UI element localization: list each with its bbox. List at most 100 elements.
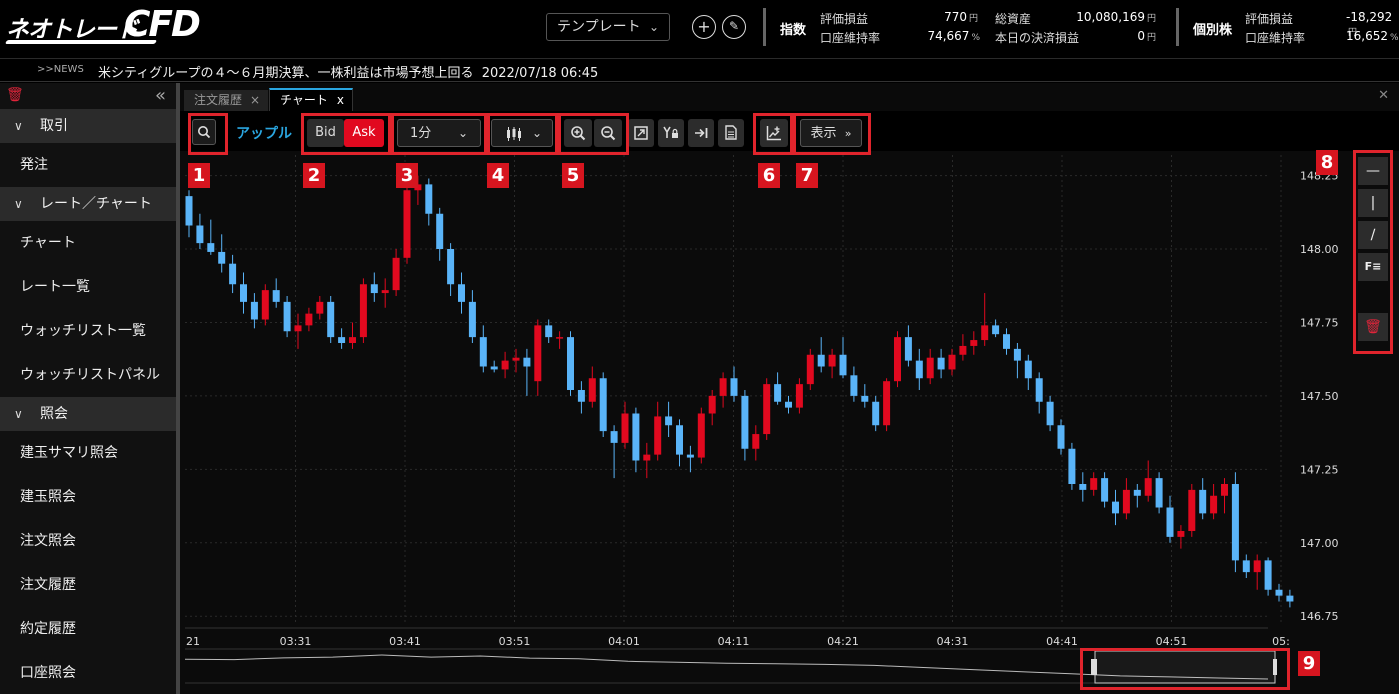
- y-axis-tick-label: 147.00: [1300, 537, 1339, 550]
- candle-body: [643, 454, 651, 461]
- sidebar-item[interactable]: 建玉サマリ照会: [0, 431, 176, 475]
- zoom-out-icon: [601, 126, 616, 141]
- candle-body: [283, 301, 291, 332]
- collapse-sidebar-icon[interactable]: «: [155, 85, 166, 106]
- sidebar-section-1[interactable]: ∨ レート／チャート: [0, 187, 176, 221]
- candle-body: [676, 425, 683, 455]
- sidebar-item[interactable]: 発注: [0, 143, 176, 187]
- horizontal-line-icon: —: [1366, 163, 1380, 179]
- candle-body: [632, 413, 640, 461]
- chart-type-select[interactable]: ⌄: [491, 119, 553, 147]
- candle-body: [763, 384, 771, 435]
- stock-margin-ratio-value: 16,652%: [1346, 29, 1399, 43]
- candle-body: [599, 378, 607, 432]
- navigator-handle-right: [1273, 659, 1277, 675]
- y-axis-tick-label: 147.25: [1300, 463, 1339, 476]
- candle-body: [708, 395, 716, 414]
- close-panel-icon[interactable]: ✕: [1378, 88, 1389, 103]
- axis-lock-icon: [663, 126, 678, 138]
- sidebar-item[interactable]: レート一覧: [0, 265, 176, 309]
- document-icon: [725, 125, 737, 140]
- plus-icon: +: [697, 17, 711, 36]
- close-icon[interactable]: ×: [250, 90, 260, 110]
- ask-button[interactable]: Ask: [344, 119, 384, 147]
- candle-body: [501, 360, 509, 370]
- tab-order-history[interactable]: 注文履歴 ×: [184, 90, 268, 111]
- horizontal-line-tool[interactable]: —: [1358, 157, 1388, 185]
- news-headline[interactable]: 米シティグループの４～６月期決算、一株利益は市場予想上回る 2022/07/18…: [98, 62, 598, 81]
- candle-body: [959, 345, 967, 355]
- x-axis-tick-label: 04:41: [1046, 635, 1078, 648]
- candle-body: [1210, 495, 1218, 514]
- add-template-button[interactable]: +: [692, 15, 716, 39]
- display-settings-button[interactable]: 表示 »: [800, 119, 862, 147]
- candle-body: [359, 284, 367, 338]
- vertical-line-tool[interactable]: |: [1358, 189, 1388, 217]
- zoom-in-button[interactable]: [564, 119, 592, 147]
- sidebar-item[interactable]: 口座照会: [0, 651, 176, 694]
- stock-label: 個別株: [1193, 23, 1233, 38]
- price-chart[interactable]: 148.25148.00147.75147.50147.25147.00146.…: [180, 151, 1399, 694]
- close-icon[interactable]: x: [337, 90, 344, 110]
- candle-body: [338, 337, 346, 343]
- sidebar-section-label: 取引: [40, 118, 68, 134]
- sidebar-section-0[interactable]: ∨ 取引: [0, 109, 176, 143]
- add-indicator-button[interactable]: [760, 119, 788, 147]
- candle-body: [795, 384, 803, 408]
- candle-body: [1013, 348, 1021, 361]
- chart-toolbar: アップル Bid Ask 1分 ⌄ ⌄ 表示 »: [180, 111, 1399, 151]
- chart-area[interactable]: 148.25 148.00 147.75 147.50 147.25 147.00 146.…: [180, 151, 1399, 694]
- candle-body: [1122, 489, 1130, 514]
- candle-body: [1166, 507, 1174, 537]
- candle-body: [741, 395, 749, 449]
- x-axis-tick-label: 04:31: [937, 635, 969, 648]
- template-select[interactable]: テンプレート ⌄: [546, 13, 670, 41]
- sidebar-item[interactable]: ウォッチリスト一覧: [0, 309, 176, 353]
- trend-line-tool[interactable]: ∕: [1358, 221, 1388, 249]
- symbol-search-button[interactable]: [192, 119, 216, 145]
- delete-drawings-tool[interactable]: 🗑: [1358, 313, 1388, 341]
- tab-label: 注文履歴: [194, 93, 243, 107]
- sidebar-item[interactable]: チャート: [0, 221, 176, 265]
- sidebar-item[interactable]: 約定履歴: [0, 607, 176, 651]
- fibonacci-tool[interactable]: F≡: [1358, 253, 1388, 281]
- y-axis-lock-button[interactable]: [658, 119, 684, 147]
- candle-body: [785, 401, 792, 408]
- candle-body: [981, 325, 989, 341]
- search-icon: [198, 126, 211, 139]
- sidebar-item[interactable]: 注文履歴: [0, 563, 176, 607]
- x-axis-tick-label: 03:41: [389, 635, 421, 648]
- sidebar-item[interactable]: 注文照会: [0, 519, 176, 563]
- fit-screen-button[interactable]: [628, 119, 654, 147]
- candle-body: [1242, 560, 1250, 573]
- candle-body: [458, 284, 465, 302]
- candle-body: [948, 354, 956, 370]
- candle-body: [621, 413, 629, 443]
- candle-body: [534, 325, 542, 382]
- candle-body: [730, 378, 738, 396]
- jump-latest-button[interactable]: [688, 119, 714, 147]
- sidebar-item[interactable]: 建玉照会: [0, 475, 176, 519]
- double-chevron-down-icon: »: [844, 127, 852, 140]
- trash-icon[interactable]: 🗑: [6, 87, 24, 103]
- candle-body: [1231, 484, 1239, 561]
- candle-body: [686, 454, 694, 458]
- logo-text-cfd: CFD: [124, 4, 201, 45]
- annotation-badge-4: 4: [487, 163, 509, 188]
- edit-template-button[interactable]: ✎: [722, 15, 746, 39]
- sidebar-section-2[interactable]: ∨ 照会: [0, 397, 176, 431]
- bid-button[interactable]: Bid: [307, 119, 344, 147]
- tab-chart[interactable]: チャート x: [269, 88, 353, 111]
- zoom-out-button[interactable]: [594, 119, 622, 147]
- chart-notes-button[interactable]: [718, 119, 744, 147]
- trash-icon: 🗑: [1364, 319, 1382, 335]
- interval-select[interactable]: 1分 ⌄: [397, 119, 481, 147]
- candle-body: [1035, 378, 1043, 402]
- candle-body: [468, 301, 476, 338]
- x-axis-tick-label: 04:11: [718, 635, 750, 648]
- y-axis-tick-label: 147.50: [1300, 390, 1339, 403]
- sidebar-item[interactable]: ウォッチリストパネル: [0, 353, 176, 397]
- candle-body: [926, 357, 934, 379]
- y-axis-tick-label: 146.75: [1300, 610, 1339, 623]
- news-bar[interactable]: >>NEWS 米シティグループの４～６月期決算、一株利益は市場予想上回る 202…: [0, 58, 1399, 82]
